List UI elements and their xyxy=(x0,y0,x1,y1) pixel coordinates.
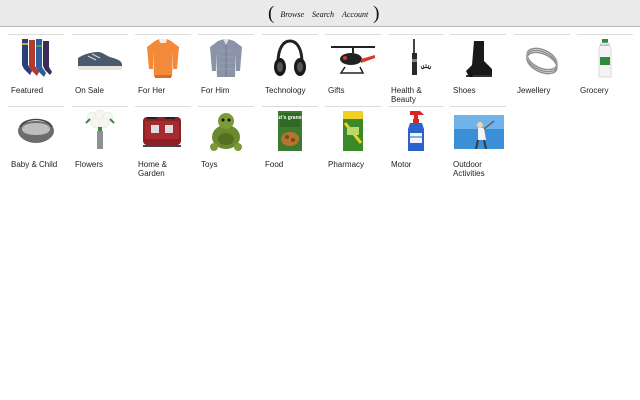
flower-vase-icon xyxy=(72,109,128,153)
category-label: Shoes xyxy=(453,86,476,95)
category-label: Food xyxy=(265,160,284,169)
category-flowers[interactable]: Flowers xyxy=(72,106,128,178)
category-label: Pharmacy xyxy=(328,160,365,169)
category-on-sale[interactable]: On Sale xyxy=(72,34,128,106)
shoe-icon xyxy=(72,37,128,81)
category-motor[interactable]: Motor xyxy=(388,106,444,178)
turtle-toy-icon xyxy=(198,109,254,153)
category-label: For Her xyxy=(138,86,166,95)
category-label: Featured xyxy=(11,86,44,95)
headphones-icon xyxy=(262,37,318,81)
bracelet-icon xyxy=(514,37,570,81)
category-label: Baby & Child xyxy=(11,160,58,169)
shirt-icon xyxy=(198,37,254,81)
granola-box-icon: Lizi's granola xyxy=(262,109,318,153)
category-label: Toys xyxy=(201,160,218,169)
category-label: Gifts xyxy=(328,86,345,95)
category-label: Health & Beauty xyxy=(391,86,422,104)
category-label: Flowers xyxy=(75,160,104,169)
carrycot-icon xyxy=(8,109,64,153)
ankle-boot-icon xyxy=(450,37,506,81)
category-label: For Him xyxy=(201,86,230,95)
size-tag: 4 pints xyxy=(600,43,609,47)
category-home-garden[interactable]: Home & Garden xyxy=(135,106,191,178)
medicine-box-icon xyxy=(325,109,381,153)
category-label: Outdoor Activities xyxy=(453,160,485,178)
golfer-photo-icon xyxy=(450,109,506,153)
category-gifts[interactable]: Gifts xyxy=(325,34,381,106)
category-label: Motor xyxy=(391,160,412,169)
category-toys[interactable]: Toys xyxy=(198,106,254,178)
category-for-her[interactable]: For Her xyxy=(135,34,191,106)
granola-brand-text: Lizi's granola xyxy=(274,115,306,121)
socks-icon xyxy=(8,37,64,81)
toaster-icon xyxy=(135,109,191,153)
category-grocery[interactable]: 4 pints Grocery xyxy=(577,34,633,106)
category-food[interactable]: Lizi's granola Food xyxy=(262,106,318,178)
orange-top-icon xyxy=(135,37,191,81)
category-label: Home & Garden xyxy=(138,160,167,178)
category-outdoor-activities[interactable]: Outdoor Activities xyxy=(450,106,506,178)
category-pharmacy[interactable]: Pharmacy xyxy=(325,106,381,178)
category-label: Jewellery xyxy=(517,86,551,95)
category-jewellery[interactable]: Jewellery xyxy=(514,34,570,106)
category-baby-child[interactable]: Baby & Child xyxy=(8,106,64,178)
category-technology[interactable]: Technology xyxy=(262,34,318,106)
spray-bottle-icon xyxy=(388,109,444,153)
category-label: Technology xyxy=(265,86,306,95)
category-for-him[interactable]: For Him xyxy=(198,34,254,106)
category-featured[interactable]: Featured xyxy=(8,34,64,106)
mascara-icon xyxy=(388,37,444,81)
category-shoes[interactable]: Shoes xyxy=(450,34,506,106)
helicopter-icon xyxy=(325,37,381,81)
category-label: Grocery xyxy=(580,86,609,95)
category-health-beauty[interactable]: Health & Beauty xyxy=(388,34,444,106)
category-grid: Featured On Sale For Her For Him Technol… xyxy=(0,0,640,400)
category-label: On Sale xyxy=(75,86,104,95)
